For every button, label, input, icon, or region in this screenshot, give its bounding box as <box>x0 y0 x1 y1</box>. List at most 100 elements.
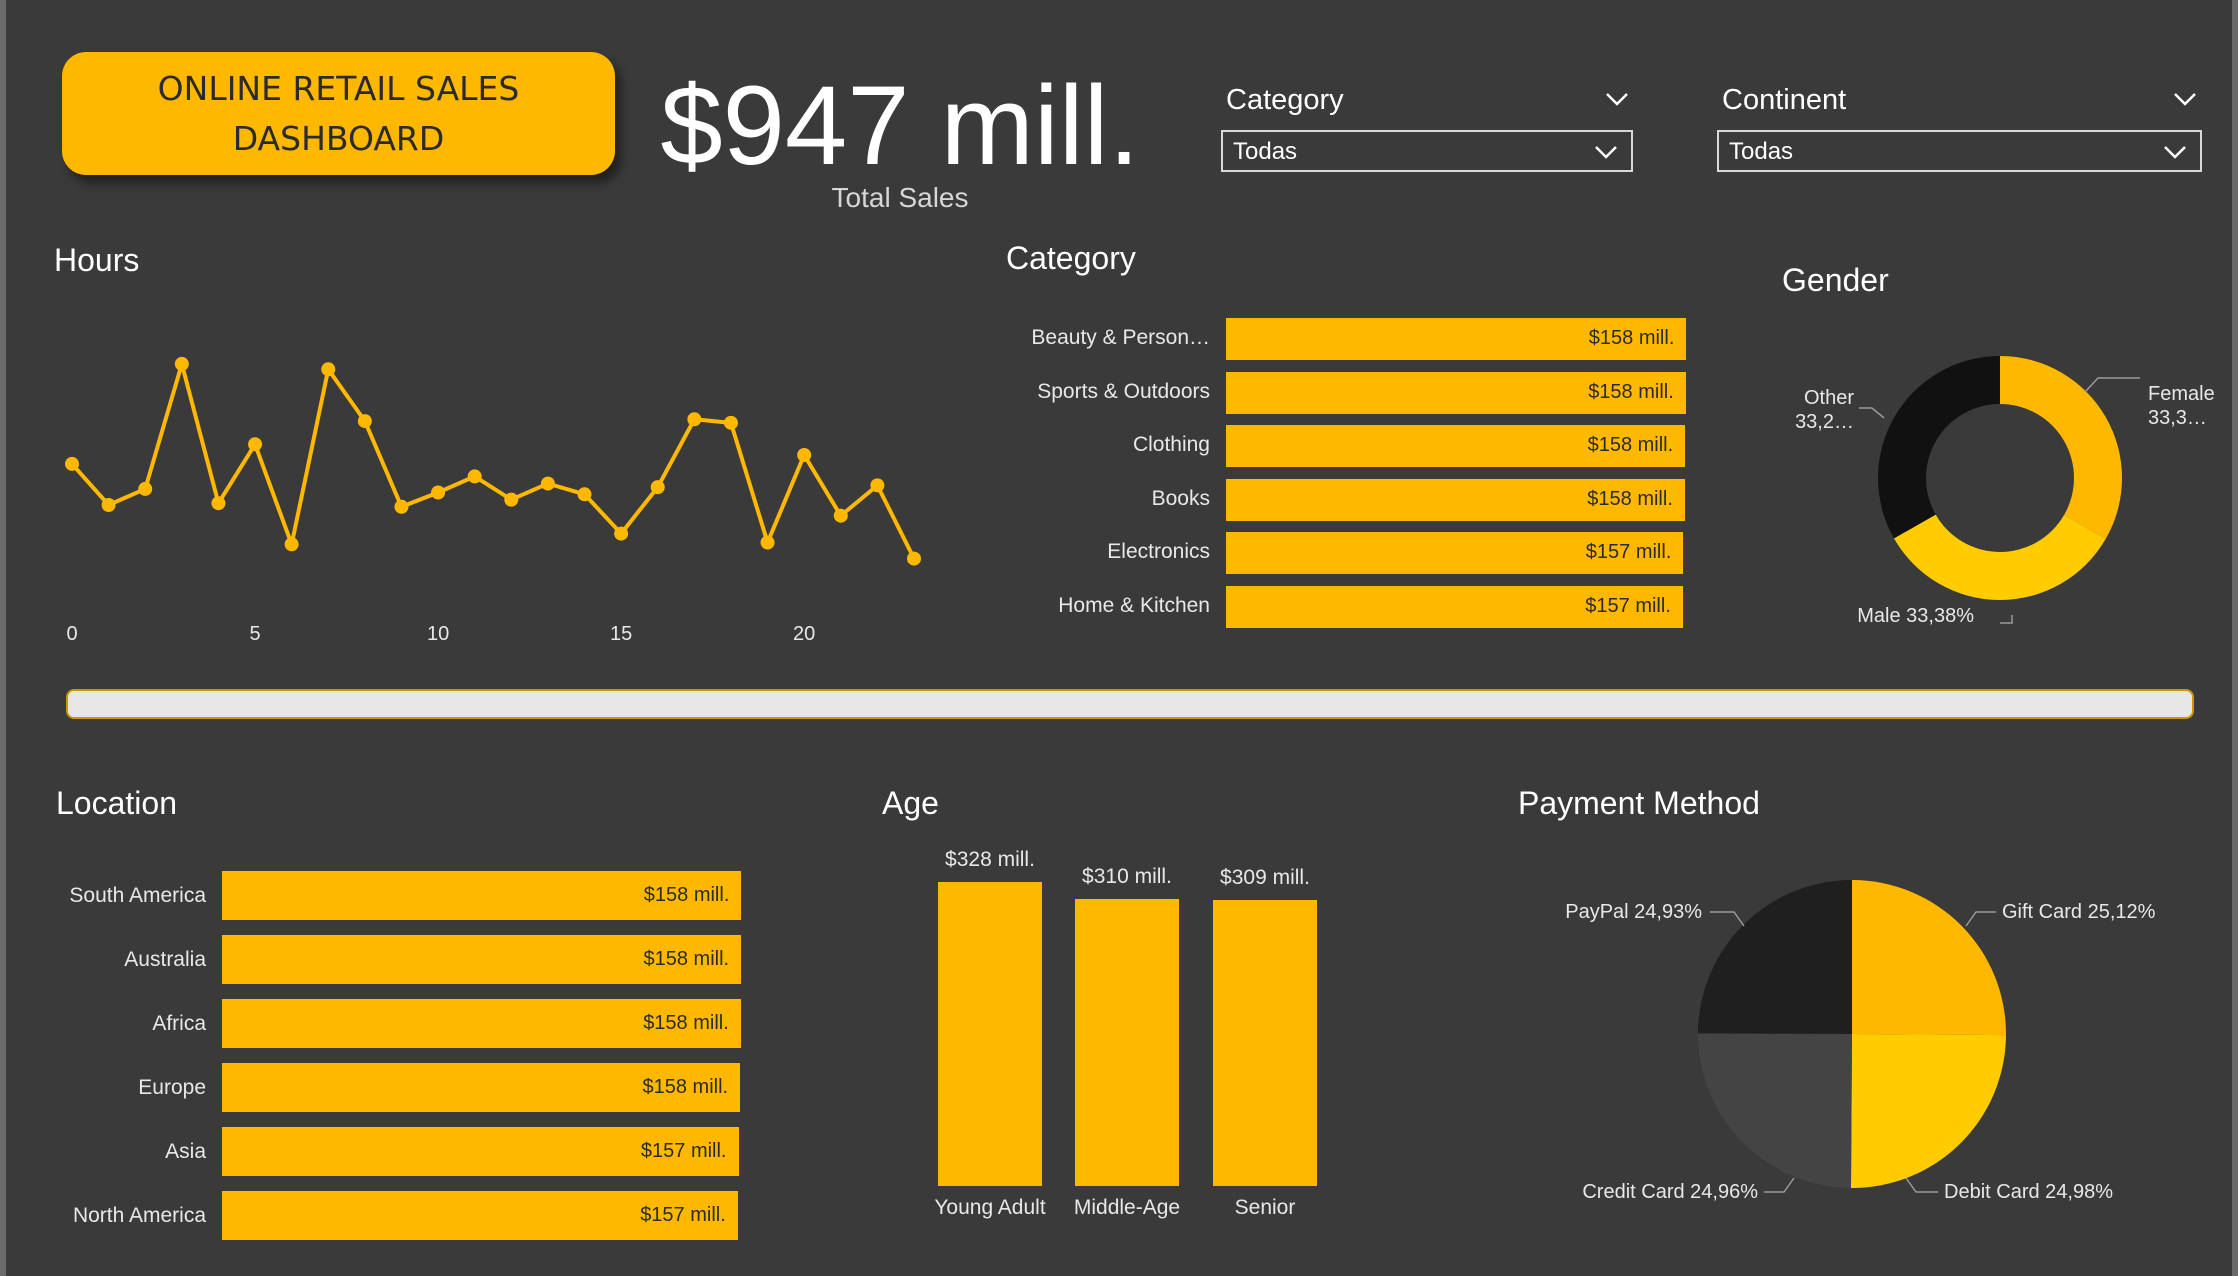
payment-leader-line <box>1710 911 1745 927</box>
category-chart-title: Category <box>1006 240 1136 276</box>
category-value-label: $158 mill. <box>1587 487 1673 510</box>
location-value-label: $158 mill. <box>643 884 730 906</box>
payment-pie-chart: Gift Card 25,12% Debit Card 24,98% Credit … <box>1565 880 2156 1203</box>
gender-leader-line <box>2084 377 2140 393</box>
age-bar <box>938 882 1042 1186</box>
category-value-label: $158 mill. <box>1587 434 1674 457</box>
age-value-label: $328 mill. <box>945 848 1035 871</box>
hours-tick-label: 20 <box>793 623 815 645</box>
category-bar: $158 mill. <box>1226 425 1686 468</box>
location-label: Europe <box>138 1076 206 1099</box>
chevron-down-icon[interactable] <box>1600 82 1634 116</box>
category-label: Beauty & Person… <box>1031 326 1210 349</box>
payment-leader-line <box>1764 1177 1795 1193</box>
category-value-label: $157 mill. <box>1585 541 1672 564</box>
chevron-down-icon <box>1595 146 1617 159</box>
payment-slice-debit-card <box>1850 1034 2006 1188</box>
chevron-down-icon <box>2164 146 2186 159</box>
age-category-label: Young Adult <box>934 1196 1046 1219</box>
location-chart-title: Location <box>56 785 177 821</box>
hours-point <box>284 537 299 552</box>
age-bar <box>1213 899 1317 1186</box>
location-label: South America <box>69 884 206 907</box>
continent-filter-dropdown[interactable]: Todas <box>1717 130 2202 172</box>
category-bar: $157 mill. <box>1226 586 1683 628</box>
age-category-label: Middle-Age <box>1073 1196 1181 1219</box>
location-value-label: $157 mill. <box>640 1204 726 1226</box>
gender-slice-other <box>1878 356 2000 539</box>
payment-slice-label: PayPal 24,93% <box>1565 901 1702 923</box>
gender-slice-label: Female <box>2148 383 2215 405</box>
payment-chart-title: Payment Method <box>1518 785 1760 821</box>
continent-filter-value: Todas <box>1729 138 1794 165</box>
location-label: Asia <box>165 1140 206 1163</box>
hours-point <box>467 469 482 484</box>
age-chart-title: Age <box>882 785 939 821</box>
location-value-label: $158 mill. <box>643 1012 729 1034</box>
hours-point <box>650 480 665 495</box>
payment-slice-label: Gift Card 25,12% <box>2002 901 2156 923</box>
payment-leader-line <box>1965 911 1996 927</box>
hours-point <box>614 526 629 541</box>
payment-slice-gift-card <box>1852 880 2006 1036</box>
hours-chart-title: Hours <box>54 242 140 278</box>
window-edge-left <box>0 0 6 1276</box>
location-label: Africa <box>152 1012 206 1035</box>
location-value-label: $158 mill. <box>643 948 730 970</box>
hours-point <box>723 415 738 430</box>
location-label: Australia <box>124 948 206 971</box>
category-label: Electronics <box>1107 540 1210 564</box>
hours-point <box>65 456 79 471</box>
gender-leader-line <box>1859 407 1885 419</box>
hours-line <box>70 356 916 560</box>
payment-slice-label: Debit Card 24,98% <box>1944 1181 2113 1203</box>
age-category-label: Senior <box>1234 1196 1296 1219</box>
payment-slice-paypal <box>1698 880 1852 1034</box>
gender-slice-label: Male 33,38% <box>1857 605 1974 627</box>
category-label: Home & Kitchen <box>1058 594 1210 617</box>
gender-slice-label: 33,3… <box>2148 407 2207 429</box>
chevron-down-icon[interactable] <box>2168 82 2202 116</box>
category-value-label: $158 mill. <box>1588 327 1675 349</box>
total-sales-value: $947 mill. <box>660 63 1140 188</box>
hours-point <box>174 356 189 371</box>
window-edge-right <box>2232 0 2238 1276</box>
gender-donut-chart: Female33,3… Male 33,38% Other33,2… <box>1795 356 2215 627</box>
category-label: Books <box>1151 486 1210 510</box>
location-bar: $157 mill. <box>222 1191 738 1240</box>
hours-tick-label: 15 <box>610 623 632 645</box>
category-label: Clothing <box>1132 433 1210 457</box>
gender-chart-title: Gender <box>1782 262 1889 298</box>
hours-point <box>540 476 555 491</box>
hours-point <box>431 485 446 500</box>
payment-slice-label: Credit Card 24,96% <box>1582 1181 1758 1203</box>
hours-point <box>797 448 812 462</box>
category-filter-title: Category <box>1226 84 1344 116</box>
hours-point <box>101 498 116 512</box>
location-bar: $158 mill. <box>222 871 742 920</box>
location-bar: $158 mill. <box>222 999 741 1048</box>
hours-tick-label: 0 <box>66 623 77 645</box>
category-bar: $158 mill. <box>1226 371 1686 414</box>
age-value-label: $310 mill. <box>1082 864 1172 888</box>
horizontal-scrollbar[interactable] <box>66 689 2194 719</box>
category-filter-value: Todas <box>1233 138 1298 165</box>
payment-leader-line <box>1905 1177 1938 1193</box>
hours-point <box>211 496 226 511</box>
hours-point <box>248 437 263 452</box>
location-bar: $157 mill. <box>222 1127 739 1176</box>
gender-slice-label: 33,2… <box>1795 411 1854 433</box>
dashboard-title: ONLINE RETAIL SALES DASHBOARD <box>62 52 615 175</box>
hours-line-chart: 0 5 10 15 20 <box>65 356 921 645</box>
hours-point <box>687 412 702 427</box>
continent-filter-title: Continent <box>1722 84 1847 116</box>
category-value-label: $158 mill. <box>1588 380 1674 403</box>
payment-slice-credit-card <box>1698 1033 1852 1188</box>
category-filter-dropdown[interactable]: Todas <box>1221 130 1633 172</box>
category-label: Sports & Outdoors <box>1037 379 1210 403</box>
location-value-label: $158 mill. <box>642 1076 729 1098</box>
category-bar: $157 mill. <box>1226 532 1684 575</box>
hours-point <box>394 499 409 514</box>
hours-point <box>504 492 519 507</box>
age-bar <box>1075 898 1179 1186</box>
